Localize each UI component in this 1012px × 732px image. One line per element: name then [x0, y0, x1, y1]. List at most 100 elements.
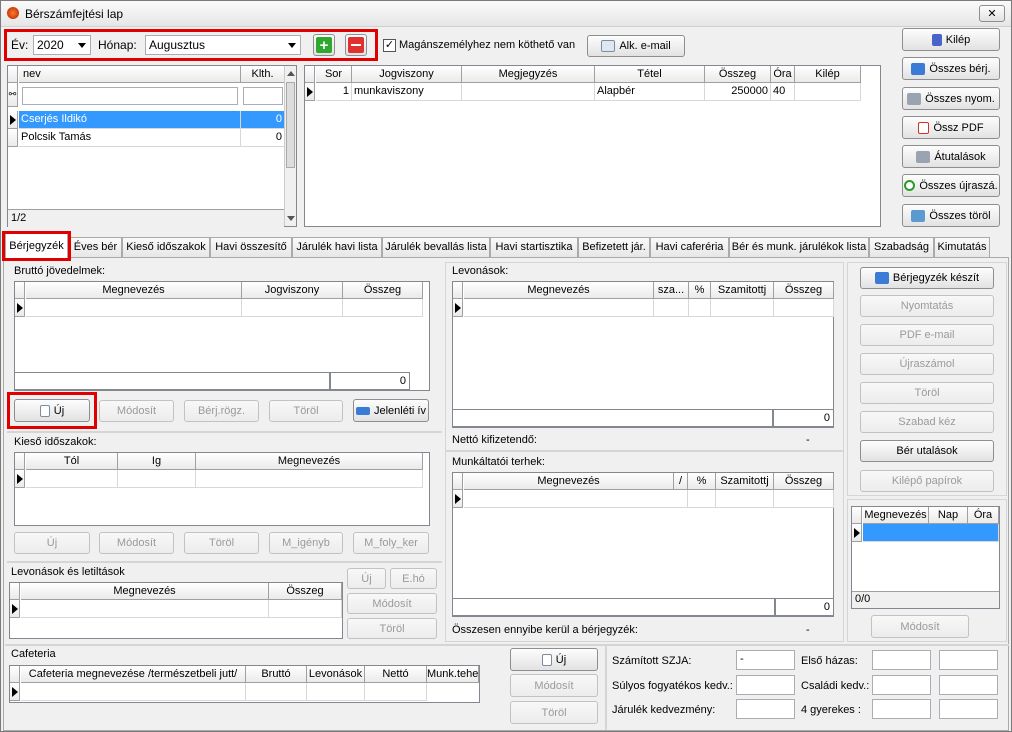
- grid-settings-icon[interactable]: [15, 282, 25, 299]
- table-row[interactable]: 1: [316, 83, 352, 101]
- nap-modosit-button[interactable]: Módosít: [871, 615, 969, 638]
- col-tol[interactable]: Tól: [26, 453, 118, 470]
- tab-befizetett-jar[interactable]: Befizetett jár.: [578, 237, 650, 257]
- col-ig[interactable]: Ig: [118, 453, 196, 470]
- table-row[interactable]: Alapbér: [595, 83, 705, 101]
- tab-ber-es-munk-jarulekok[interactable]: Bér és munk. járulékok lista: [729, 237, 869, 257]
- kieso-uj-button[interactable]: Új: [14, 532, 90, 554]
- ujraszamol-button[interactable]: Újraszámol: [860, 353, 994, 375]
- table-row[interactable]: [795, 83, 861, 101]
- col-brutto[interactable]: Bruttó: [246, 666, 307, 683]
- col-osszeg[interactable]: Összeg: [774, 473, 834, 490]
- close-button[interactable]: ✕: [979, 5, 1005, 22]
- kieso-modosit-button[interactable]: Módosít: [99, 532, 174, 554]
- col-megjegyzes[interactable]: Megjegyzés: [462, 66, 595, 83]
- osszes-torol-button[interactable]: Összes töröl: [902, 204, 1000, 227]
- col-osszeg[interactable]: Összeg: [343, 282, 423, 299]
- col-cafeteria-megnevezes[interactable]: Cafeteria megnevezése /természetbeli jut…: [21, 666, 246, 683]
- col-ora[interactable]: Óra: [968, 507, 999, 524]
- scroll-down-icon[interactable]: [287, 216, 295, 221]
- table-row[interactable]: Cserjés Ildikó: [19, 111, 241, 129]
- scroll-thumb[interactable]: [286, 82, 295, 168]
- table-row[interactable]: Polcsik Tamás: [19, 129, 241, 147]
- filter-name-input[interactable]: [22, 87, 238, 105]
- scroll-up-icon[interactable]: [287, 71, 295, 76]
- col-kilep[interactable]: Kilép: [795, 66, 861, 83]
- jelenleti-iv-button[interactable]: Jelenléti ív: [353, 399, 429, 422]
- col-megnevezes[interactable]: Megnevezés: [464, 473, 674, 490]
- col-levonasok[interactable]: Levonások: [307, 666, 365, 683]
- szabad-kez-button[interactable]: Szabad kéz: [860, 411, 994, 433]
- filter-klth-input[interactable]: [243, 87, 283, 105]
- kilepo-papirok-button[interactable]: Kilépő papírok: [860, 470, 994, 492]
- kieso-torol-button[interactable]: Töröl: [184, 532, 259, 554]
- col-percent[interactable]: %: [689, 282, 711, 299]
- col-nap[interactable]: Nap: [929, 507, 968, 524]
- table-row[interactable]: [863, 524, 999, 542]
- col-nev[interactable]: nev: [19, 66, 241, 83]
- kilep-button[interactable]: Kilép: [902, 28, 1000, 51]
- col-ora[interactable]: Óra: [771, 66, 795, 83]
- torol-button[interactable]: Töröl: [860, 382, 994, 404]
- brutto-modosit-button[interactable]: Módosít: [99, 400, 174, 422]
- col-osszeg[interactable]: Összeg: [705, 66, 771, 83]
- col-osszeg[interactable]: Összeg: [269, 583, 342, 600]
- cafeteria-modosit-button[interactable]: Módosít: [510, 674, 598, 697]
- pdf-email-button[interactable]: PDF e-mail: [860, 324, 994, 346]
- berjegyzek-keszit-button[interactable]: Bérjegyzék készít: [860, 267, 994, 289]
- col-netto[interactable]: Nettó: [365, 666, 427, 683]
- table-row[interactable]: 0: [241, 129, 285, 147]
- ber-utalasok-button[interactable]: Bér utalások: [860, 440, 994, 462]
- col-szamitottj[interactable]: Szamitottj: [716, 473, 774, 490]
- col-megnevezes[interactable]: Megnevezés: [863, 507, 929, 524]
- table-row[interactable]: 250000: [705, 83, 771, 101]
- tab-szabadsag[interactable]: Szabadság: [869, 237, 934, 257]
- tab-havi-osszesito[interactable]: Havi összesítő: [210, 237, 292, 257]
- brutto-torol-button[interactable]: Töröl: [269, 400, 343, 422]
- tab-eves-ber[interactable]: Éves bér: [69, 237, 122, 257]
- tab-jarulek-havi-lista[interactable]: Járulék havi lista: [292, 237, 382, 257]
- col-klth[interactable]: Klth.: [241, 66, 285, 83]
- col-megnevezes[interactable]: Megnevezés: [196, 453, 423, 470]
- ossz-pdf-button[interactable]: Össz PDF: [902, 116, 1000, 139]
- col-tetel[interactable]: Tétel: [595, 66, 705, 83]
- osszes-berj-button[interactable]: Összes bérj.: [902, 57, 1000, 80]
- nyomtatas-button[interactable]: Nyomtatás: [860, 295, 994, 317]
- table-row[interactable]: munkaviszony: [352, 83, 462, 101]
- col-jogviszony[interactable]: Jogviszony: [242, 282, 343, 299]
- tab-kieso-idoszakok[interactable]: Kieső időszakok: [122, 237, 210, 257]
- levtilt-uj-button[interactable]: Új: [347, 568, 386, 589]
- col-sza[interactable]: sza...: [654, 282, 689, 299]
- m-igenyb-button[interactable]: M_igényb: [269, 532, 343, 554]
- col-szamitottj[interactable]: Szamitottj: [711, 282, 774, 299]
- levtilt-modosit-button[interactable]: Módosít: [347, 593, 437, 614]
- col-sort[interactable]: /: [674, 473, 688, 490]
- ehó-button[interactable]: E.hó: [390, 568, 437, 589]
- tab-havi-caferia[interactable]: Havi caferéria: [650, 237, 729, 257]
- col-sor[interactable]: Sor: [316, 66, 352, 83]
- cafeteria-torol-button[interactable]: Töröl: [510, 701, 598, 724]
- osszes-nyom-button[interactable]: Összes nyom.: [902, 87, 1000, 110]
- col-munk-teher[interactable]: Munk.teher: [427, 666, 479, 683]
- tab-jarulek-bevallas-lista[interactable]: Járulék bevallás lista: [382, 237, 490, 257]
- table-row[interactable]: 0: [241, 111, 285, 129]
- alk-email-button[interactable]: Alk. e-mail: [587, 35, 685, 57]
- scrollbar[interactable]: [284, 66, 296, 226]
- table-row[interactable]: [462, 83, 595, 101]
- tab-kimutatas[interactable]: Kimutatás: [934, 237, 990, 257]
- private-checkbox[interactable]: ✓: [383, 39, 396, 52]
- osszes-ujraszam-button[interactable]: Összes újraszá.: [902, 174, 1000, 197]
- levtilt-torol-button[interactable]: Töröl: [347, 618, 437, 639]
- col-osszeg[interactable]: Összeg: [774, 282, 834, 299]
- col-jogviszony[interactable]: Jogviszony: [352, 66, 462, 83]
- berj-rogz-button[interactable]: Bérj.rögz.: [184, 400, 259, 422]
- col-percent[interactable]: %: [688, 473, 716, 490]
- col-megnevezes[interactable]: Megnevezés: [21, 583, 269, 600]
- m-foly-ker-button[interactable]: M_foly_ker: [353, 532, 429, 554]
- tab-havi-startisztika[interactable]: Havi startisztika: [490, 237, 578, 257]
- table-row[interactable]: 40: [771, 83, 795, 101]
- atutalasok-button[interactable]: Átutalások: [902, 145, 1000, 168]
- col-megnevezes[interactable]: Megnevezés: [464, 282, 654, 299]
- col-megnevezes[interactable]: Megnevezés: [26, 282, 242, 299]
- cafeteria-uj-button[interactable]: Új: [510, 648, 598, 671]
